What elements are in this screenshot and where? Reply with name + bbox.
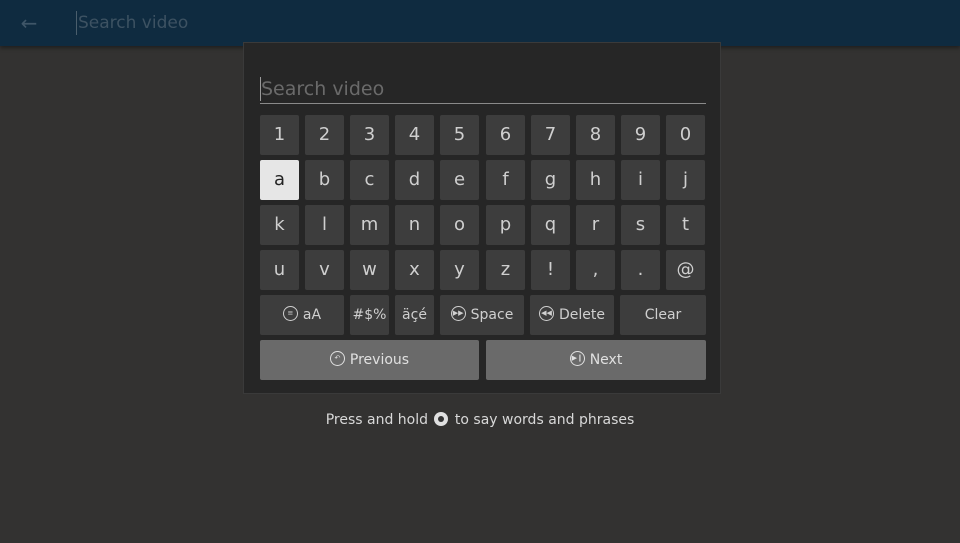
back-button[interactable]: ←: [16, 10, 42, 36]
key-8[interactable]: 8: [576, 115, 615, 155]
key-6[interactable]: 6: [486, 115, 525, 155]
key-a[interactable]: a: [260, 160, 299, 200]
rewind-icon: ◀◀: [539, 305, 554, 321]
key-o[interactable]: o: [440, 205, 479, 245]
hint-after: to say words and phrases: [454, 412, 635, 428]
key-f[interactable]: f: [486, 160, 525, 200]
search-placeholder: Search video: [261, 78, 385, 100]
space-key[interactable]: ▶▶ Space: [440, 295, 524, 335]
menu-icon: ≡: [282, 305, 298, 321]
hint-before: Press and hold: [325, 412, 429, 428]
key-v[interactable]: v: [305, 250, 344, 290]
accents-key[interactable]: äçé: [395, 295, 434, 335]
key-h[interactable]: h: [576, 160, 615, 200]
next-label: Next: [589, 352, 623, 368]
symbols-key[interactable]: #$%: [350, 295, 389, 335]
keyboard-panel: Search video 1234567890 abcdefghij klmnopq…: [243, 42, 721, 394]
case-toggle-key[interactable]: ≡ aA: [260, 295, 344, 335]
key-3[interactable]: 3: [350, 115, 389, 155]
key-p[interactable]: p: [486, 205, 525, 245]
key-k[interactable]: k: [260, 205, 299, 245]
delete-key[interactable]: ◀◀ Delete: [530, 295, 614, 335]
key-7[interactable]: 7: [531, 115, 570, 155]
back-circle-icon: ↶: [329, 350, 345, 366]
key-![interactable]: !: [531, 250, 570, 290]
key-4[interactable]: 4: [395, 115, 434, 155]
key-w[interactable]: w: [350, 250, 389, 290]
play-pause-icon: ▶❙: [569, 350, 585, 366]
clear-key[interactable]: Clear: [620, 295, 706, 335]
delete-label: Delete: [559, 307, 605, 323]
key-x[interactable]: x: [395, 250, 434, 290]
key-0[interactable]: 0: [666, 115, 705, 155]
key-c[interactable]: c: [350, 160, 389, 200]
key-q[interactable]: q: [531, 205, 570, 245]
key-g[interactable]: g: [531, 160, 570, 200]
previous-button[interactable]: ↶ Previous: [260, 340, 479, 380]
case-toggle-label: aA: [302, 307, 322, 323]
key-t[interactable]: t: [666, 205, 705, 245]
key-i[interactable]: i: [621, 160, 660, 200]
arrow-left-icon: ←: [20, 11, 38, 35]
key-y[interactable]: y: [440, 250, 479, 290]
top-search-input[interactable]: Search video: [76, 11, 188, 35]
key-m[interactable]: m: [350, 205, 389, 245]
key-9[interactable]: 9: [621, 115, 660, 155]
key-,[interactable]: ,: [576, 250, 615, 290]
key-n[interactable]: n: [395, 205, 434, 245]
key-s[interactable]: s: [621, 205, 660, 245]
key-r[interactable]: r: [576, 205, 615, 245]
key-@[interactable]: @: [666, 250, 705, 290]
key-u[interactable]: u: [260, 250, 299, 290]
key-2[interactable]: 2: [305, 115, 344, 155]
next-button[interactable]: ▶❙ Next: [486, 340, 706, 380]
key-5[interactable]: 5: [440, 115, 479, 155]
key-b[interactable]: b: [305, 160, 344, 200]
key-1[interactable]: 1: [260, 115, 299, 155]
fast-forward-icon: ▶▶: [450, 305, 466, 321]
key-z[interactable]: z: [486, 250, 525, 290]
microphone-button-icon: [434, 412, 449, 426]
space-label: Space: [470, 307, 514, 323]
top-bar: ← Search video: [0, 0, 960, 46]
key-.[interactable]: .: [621, 250, 660, 290]
search-input[interactable]: Search video: [260, 75, 706, 104]
voice-hint: Press and hold to say words and phrases: [0, 410, 960, 430]
key-l[interactable]: l: [305, 205, 344, 245]
previous-label: Previous: [349, 352, 410, 368]
key-d[interactable]: d: [395, 160, 434, 200]
key-e[interactable]: e: [440, 160, 479, 200]
key-j[interactable]: j: [666, 160, 705, 200]
